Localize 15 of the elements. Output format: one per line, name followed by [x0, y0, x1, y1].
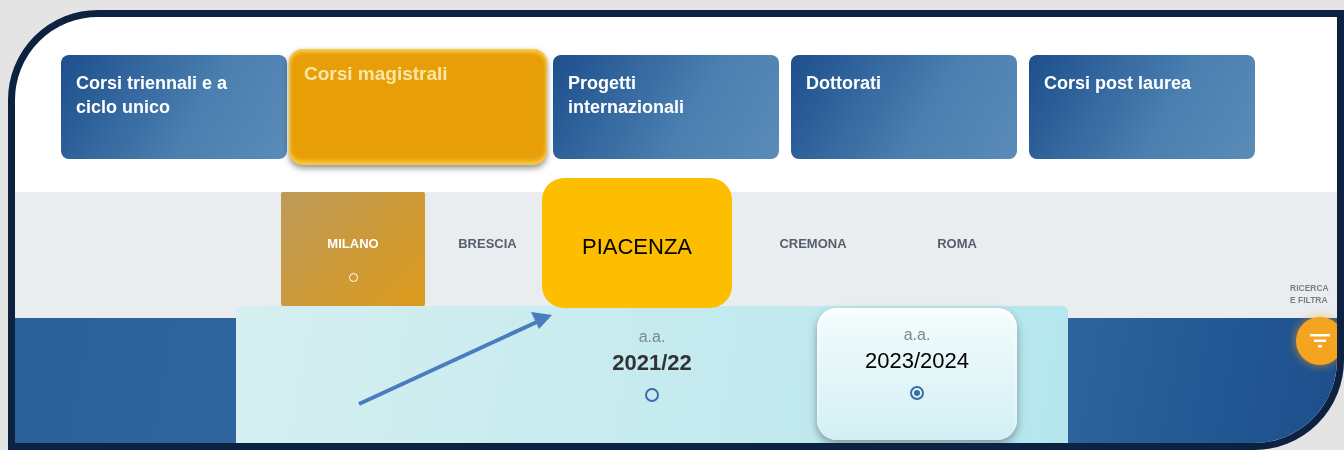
campus-tab[interactable]: PIACENZA [542, 178, 732, 308]
campus-tab[interactable]: CREMONA [741, 192, 885, 306]
category-tile[interactable]: Corsi triennali e a ciclo unico [61, 55, 287, 159]
category-tile[interactable]: Dottorati [791, 55, 1017, 159]
year-caption: a.a. [638, 328, 666, 346]
category-tile[interactable]: Progetti internazionali [553, 55, 779, 159]
year-label: 2021/22 [612, 350, 692, 376]
campus-tab[interactable]: BRESCIA [425, 192, 542, 306]
campus-tab[interactable]: ROMA [885, 192, 1029, 306]
year-label: 2023/2024 [865, 348, 969, 374]
category-tile[interactable]: Corsi post laurea [1029, 55, 1255, 159]
year-option[interactable]: a.a. 2021/22 [536, 306, 768, 443]
year-option[interactable]: a.a. 2023/2024 [817, 308, 1017, 440]
year-caption: a.a. [903, 326, 931, 344]
filter-label: RICERCA E FILTRA [1290, 283, 1330, 307]
